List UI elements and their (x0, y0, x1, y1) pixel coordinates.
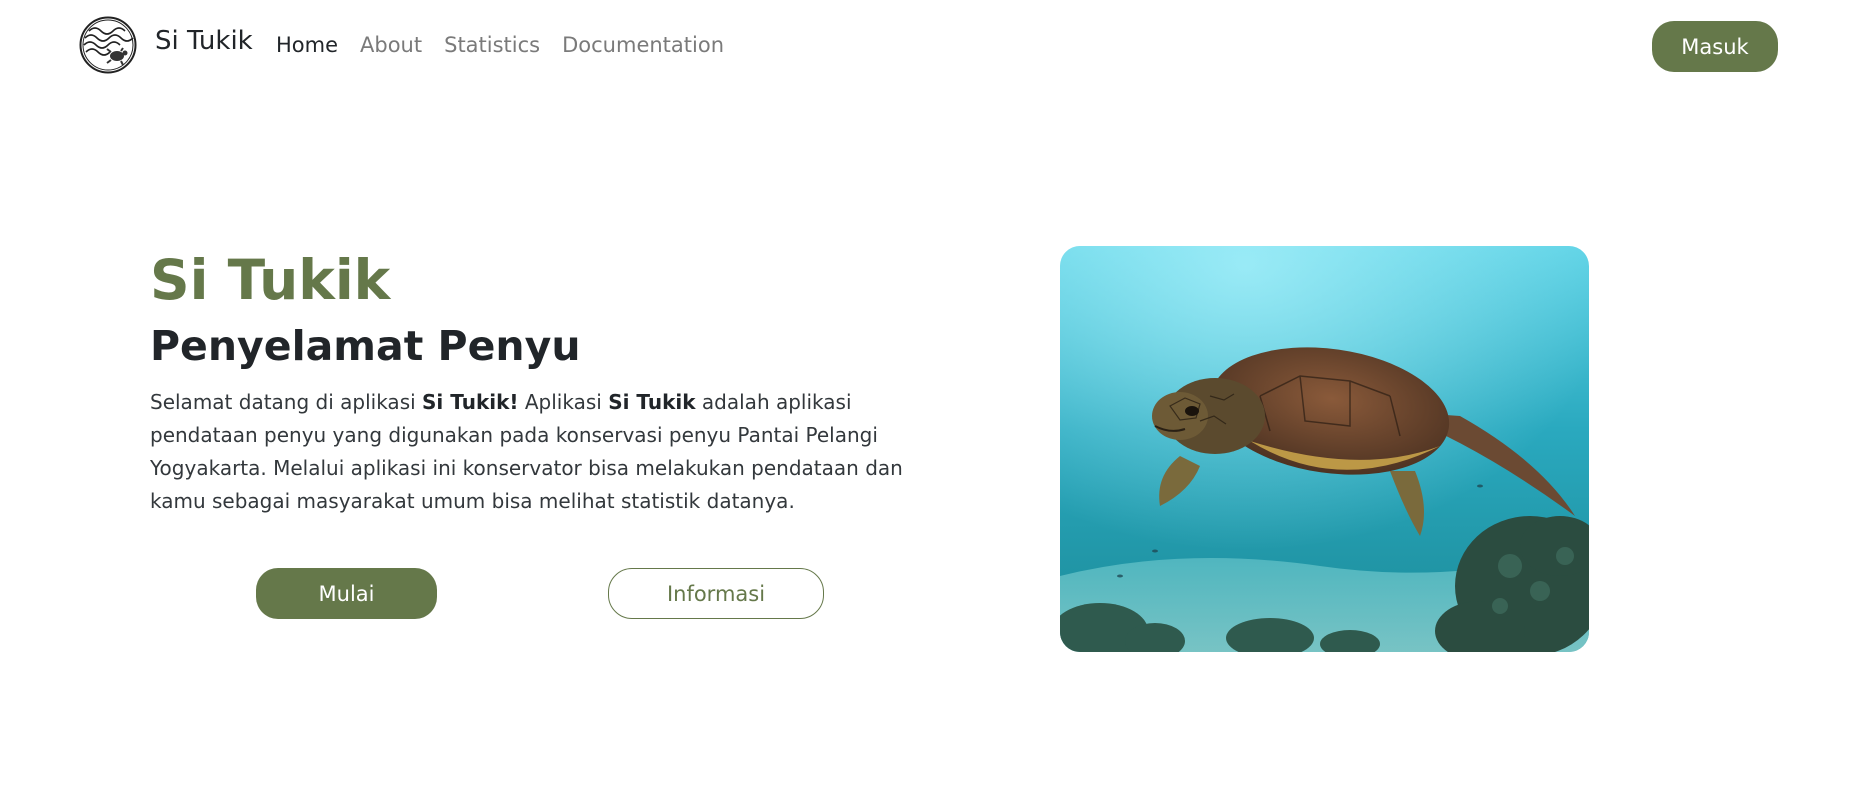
hero-text-part: Selamat datang di aplikasi (150, 390, 423, 414)
hero-subtitle: Penyelamat Penyu (150, 322, 581, 370)
start-button[interactable]: Mulai (256, 568, 437, 619)
hero-text-bold: Si Tukik! (422, 390, 519, 414)
hero-title: Si Tukik (150, 248, 391, 312)
hero-description: Selamat datang di aplikasi Si Tukik! Apl… (150, 386, 920, 518)
hero-text-part: Aplikasi (518, 390, 609, 414)
info-button[interactable]: Informasi (608, 568, 824, 619)
nav-link-home[interactable]: Home (276, 33, 338, 57)
hero-text-bold: Si Tukik (608, 390, 696, 414)
nav-link-documentation[interactable]: Documentation (562, 33, 724, 57)
nav-link-about[interactable]: About (360, 33, 422, 57)
turtle-logo-icon[interactable] (79, 16, 137, 74)
nav-links: Home About Statistics Documentation (276, 33, 724, 57)
brand-name[interactable]: Si Tukik (155, 26, 253, 56)
sea-turtle-photo (1060, 246, 1589, 652)
login-button[interactable]: Masuk (1652, 21, 1778, 72)
navbar: Si Tukik Home About Statistics Documenta… (0, 0, 1850, 94)
nav-link-statistics[interactable]: Statistics (444, 33, 540, 57)
